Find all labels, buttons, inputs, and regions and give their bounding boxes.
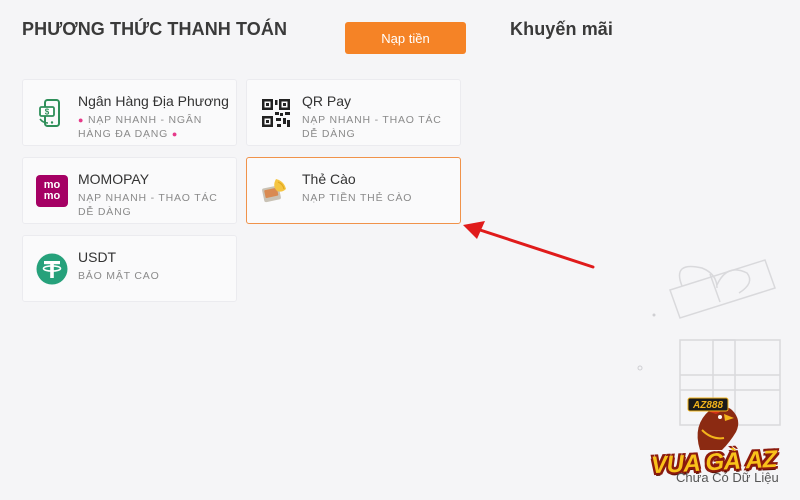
method-description: NẠP TIỀN THẺ CÀO	[302, 192, 413, 204]
momo-logo-icon: mo mo	[36, 174, 68, 207]
method-description: NẠP NHANH - THAO TÁC DỄ DÀNG	[302, 114, 442, 140]
tether-icon	[36, 253, 68, 284]
method-description: ● NẠP NHANH - NGÂN HÀNG ĐA DẠNG ●	[78, 114, 203, 140]
qr-code-icon	[262, 98, 290, 127]
bank-phone-icon: $	[39, 98, 60, 127]
pointer-arrow-icon	[463, 221, 595, 269]
method-name: QR Pay	[302, 93, 352, 109]
method-card-momopay[interactable]: mo mo MOMOPAY NẠP NHANH - THAO TÁC DỄ DÀ…	[22, 157, 237, 224]
svg-text:$: $	[45, 107, 50, 116]
topup-button[interactable]: Nạp tiền	[345, 22, 466, 54]
method-card-scratch-card[interactable]: Thẻ Cào NẠP TIỀN THẺ CÀO	[246, 157, 461, 224]
promotions-title: Khuyến mãi	[510, 19, 614, 39]
rooster-logo-icon: AZ888	[687, 397, 739, 450]
method-card-local-bank[interactable]: $ Ngân Hàng Địa Phương ● NẠP NHANH - NGÂ…	[22, 79, 237, 146]
svg-text:AZ888: AZ888	[692, 400, 723, 411]
method-card-qr-pay[interactable]: QR Pay NẠP NHANH - THAO TÁC DỄ DÀNG	[246, 79, 461, 146]
method-name: Ngân Hàng Địa Phương	[78, 93, 229, 109]
payment-methods-title: PHƯƠNG THỨC THANH TOÁN	[22, 19, 288, 39]
method-card-usdt[interactable]: USDT BẢO MẬT CAO	[22, 235, 237, 302]
method-description: BẢO MẬT CAO	[78, 270, 160, 282]
scratch-card-icon	[262, 178, 286, 202]
method-name: MOMOPAY	[78, 171, 150, 187]
method-name: Thẻ Cào	[302, 171, 356, 187]
pink-dot-icon: ●	[171, 129, 179, 139]
method-description: NẠP NHANH - THAO TÁC DỄ DÀNG	[78, 192, 218, 218]
empty-state-text: Chưa Có Dữ Liệu	[676, 470, 779, 485]
pink-dot-icon: ●	[78, 115, 85, 125]
method-name: USDT	[78, 249, 117, 265]
